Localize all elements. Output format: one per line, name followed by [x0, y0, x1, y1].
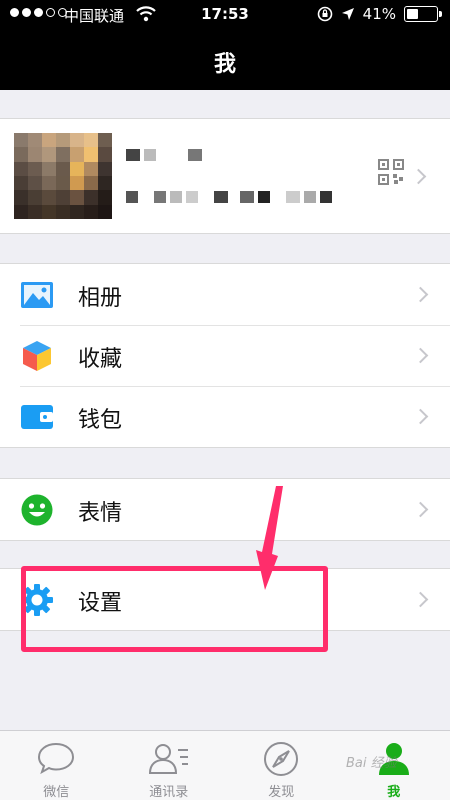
top-bar: 中国联通 17:53 41% 我	[0, 0, 450, 90]
menu-item-album[interactable]: 相册	[0, 264, 450, 325]
profile-card[interactable]	[0, 118, 450, 234]
qr-code-icon	[378, 159, 404, 185]
tab-label: 微信	[43, 785, 70, 800]
menu-item-label: 相册	[78, 286, 123, 311]
chevron-right-icon	[412, 408, 429, 425]
battery-icon	[404, 6, 442, 22]
profile-name-pixelated	[126, 149, 202, 161]
compass-icon	[264, 742, 299, 776]
chevron-right-icon	[412, 347, 429, 364]
tab-label: 我	[387, 785, 401, 800]
chat-bubble-icon	[38, 742, 75, 775]
tab-label: 通讯录	[149, 785, 189, 800]
status-bar: 中国联通 17:53 41%	[0, 0, 450, 30]
menu-group-2: 表情	[0, 478, 450, 541]
photo-album-icon	[21, 282, 53, 308]
tab-chats[interactable]: 微信	[0, 731, 113, 800]
annotation-highlight-box	[21, 566, 328, 652]
favorites-cube-icon	[23, 341, 51, 371]
chevron-right-icon	[412, 591, 429, 608]
wallet-icon	[21, 405, 53, 429]
tab-contacts[interactable]: 通讯录	[113, 731, 226, 800]
menu-item-wallet[interactable]: 钱包	[0, 386, 450, 447]
profile-id-pixelated	[126, 191, 332, 203]
menu-item-favorites[interactable]: 收藏	[0, 325, 450, 386]
chevron-right-icon	[412, 501, 429, 518]
avatar	[14, 133, 112, 219]
contacts-icon	[148, 744, 188, 774]
location-arrow-icon	[341, 8, 354, 20]
menu-item-label: 表情	[78, 501, 123, 526]
battery-percent: 41%	[362, 5, 396, 23]
tab-discover[interactable]: 发现	[225, 731, 338, 800]
watermark-logo: Bai 经验	[346, 756, 397, 771]
menu-item-label: 收藏	[78, 347, 123, 372]
page-title: 我	[213, 52, 236, 77]
tab-label: 发现	[268, 785, 295, 800]
profile-chevron-icon	[410, 168, 427, 185]
chevron-right-icon	[412, 286, 429, 303]
menu-item-emoji[interactable]: 表情	[0, 479, 450, 540]
menu-group-1: 相册 收藏 钱包	[0, 263, 450, 448]
menu-item-label: 钱包	[78, 408, 123, 433]
rotation-lock-icon	[317, 6, 332, 22]
emoji-smile-icon	[21, 494, 53, 526]
